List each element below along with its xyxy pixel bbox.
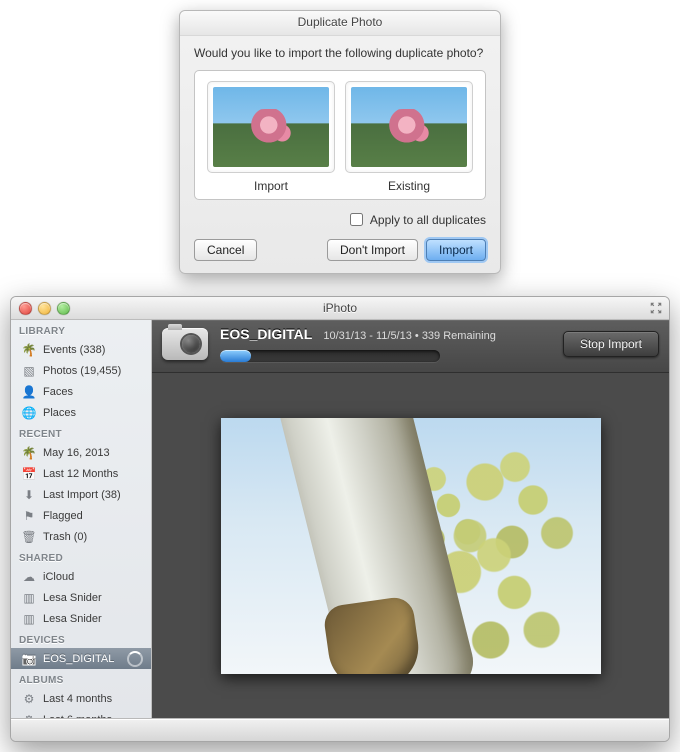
device-camera-icon <box>162 328 208 360</box>
apply-all-label[interactable]: Apply to all duplicates <box>346 213 486 227</box>
current-import-photo <box>221 418 601 674</box>
smart-album-icon: ⚙︎ <box>21 692 37 706</box>
sidebar-item-label: Faces <box>43 386 73 398</box>
sidebar-item-label: Events (338) <box>43 344 105 356</box>
close-icon[interactable] <box>19 302 32 315</box>
sidebar-item-label: Places <box>43 407 76 419</box>
zoom-icon[interactable] <box>57 302 70 315</box>
sidebar-item-recent-event[interactable]: 🌴 May 16, 2013 <box>11 442 151 463</box>
existing-candidate-label: Existing <box>345 179 473 193</box>
import-range: 10/31/13 - 11/5/13 • 339 Remaining <box>323 330 495 342</box>
palm-icon: 🌴 <box>21 446 37 460</box>
stream-icon: ▥ <box>21 612 37 626</box>
main-area: EOS_DIGITAL 10/31/13 - 11/5/13 • 339 Rem… <box>152 320 669 718</box>
import-icon: ⬇︎ <box>21 488 37 502</box>
sidebar-item-device-camera[interactable]: 📷 EOS_DIGITAL <box>11 648 151 669</box>
iphoto-window: iPhoto LIBRARY 🌴 Events (338) ▧ Photos (… <box>10 296 670 742</box>
photo-stage <box>152 373 669 718</box>
import-thumbnail <box>213 87 329 167</box>
sidebar-item-faces[interactable]: 👤 Faces <box>11 381 151 402</box>
existing-candidate[interactable]: Existing <box>345 81 473 193</box>
titlebar[interactable]: iPhoto <box>11 297 669 320</box>
sidebar-item-label: EOS_DIGITAL <box>43 653 114 665</box>
sidebar-item-label: Last 6 months <box>43 714 112 719</box>
existing-thumbnail <box>351 87 467 167</box>
sidebar-item-album-6m[interactable]: ⚙︎ Last 6 months <box>11 709 151 718</box>
sidebar-item-label: iCloud <box>43 571 74 583</box>
palm-icon: 🌴 <box>21 343 37 357</box>
sidebar-item-label: Last 12 Months <box>43 468 118 480</box>
trash-icon: 🗑 <box>21 530 37 544</box>
import-progress <box>220 350 440 362</box>
group-shared: SHARED <box>11 547 151 566</box>
sidebar-item-label: Lesa Snider <box>43 613 102 625</box>
flag-icon: ⚑ <box>21 509 37 523</box>
group-library: LIBRARY <box>11 320 151 339</box>
group-devices: DEVICES <box>11 629 151 648</box>
sidebar-item-label: Trash (0) <box>43 531 87 543</box>
stop-import-button[interactable]: Stop Import <box>563 331 659 357</box>
sidebar-item-trash[interactable]: 🗑 Trash (0) <box>11 526 151 547</box>
fullscreen-icon[interactable] <box>649 301 663 315</box>
duplicate-photo-dialog: Duplicate Photo Would you like to import… <box>179 10 501 274</box>
cloud-icon: ☁︎ <box>21 570 37 584</box>
dont-import-button[interactable]: Don't Import <box>327 239 418 261</box>
group-albums: ALBUMS <box>11 669 151 688</box>
import-candidate-label: Import <box>207 179 335 193</box>
dialog-message: Would you like to import the following d… <box>194 46 486 60</box>
sidebar-item-stream-1[interactable]: ▥ Lesa Snider <box>11 587 151 608</box>
spinner-icon <box>127 651 143 667</box>
device-name: EOS_DIGITAL <box>220 326 312 342</box>
sidebar-item-last-12-months[interactable]: 📅 Last 12 Months <box>11 463 151 484</box>
group-recent: RECENT <box>11 423 151 442</box>
duplicate-row: Import Existing <box>194 70 486 200</box>
faces-icon: 👤 <box>21 385 37 399</box>
sidebar-item-album-4m[interactable]: ⚙︎ Last 4 months <box>11 688 151 709</box>
smart-album-icon: ⚙︎ <box>21 713 37 719</box>
sidebar-item-label: Photos (19,455) <box>43 365 121 377</box>
bottom-toolbar <box>11 718 669 741</box>
sidebar-item-last-import[interactable]: ⬇︎ Last Import (38) <box>11 484 151 505</box>
sidebar-item-events[interactable]: 🌴 Events (338) <box>11 339 151 360</box>
apply-all-checkbox[interactable] <box>350 213 363 226</box>
stream-icon: ▥ <box>21 591 37 605</box>
sidebar-item-label: May 16, 2013 <box>43 447 110 459</box>
import-bar: EOS_DIGITAL 10/31/13 - 11/5/13 • 339 Rem… <box>152 320 669 373</box>
minimize-icon[interactable] <box>38 302 51 315</box>
sidebar-item-photos[interactable]: ▧ Photos (19,455) <box>11 360 151 381</box>
import-button[interactable]: Import <box>426 239 486 261</box>
apply-all-text: Apply to all duplicates <box>370 213 486 227</box>
dialog-title: Duplicate Photo <box>180 11 500 36</box>
camera-icon: 📷 <box>21 652 37 666</box>
cancel-button[interactable]: Cancel <box>194 239 257 261</box>
photos-icon: ▧ <box>21 364 37 378</box>
import-candidate[interactable]: Import <box>207 81 335 193</box>
sidebar-item-label: Last Import (38) <box>43 489 121 501</box>
calendar-icon: 📅 <box>21 467 37 481</box>
sidebar-item-places[interactable]: 🌐 Places <box>11 402 151 423</box>
globe-icon: 🌐 <box>21 406 37 420</box>
import-progress-fill <box>220 350 251 362</box>
sidebar-item-label: Flagged <box>43 510 83 522</box>
window-controls <box>19 302 70 315</box>
sidebar: LIBRARY 🌴 Events (338) ▧ Photos (19,455)… <box>11 320 152 718</box>
sidebar-item-icloud[interactable]: ☁︎ iCloud <box>11 566 151 587</box>
sidebar-item-label: Last 4 months <box>43 693 112 705</box>
sidebar-item-stream-2[interactable]: ▥ Lesa Snider <box>11 608 151 629</box>
sidebar-item-label: Lesa Snider <box>43 592 102 604</box>
sidebar-item-flagged[interactable]: ⚑ Flagged <box>11 505 151 526</box>
window-title: iPhoto <box>11 301 669 315</box>
